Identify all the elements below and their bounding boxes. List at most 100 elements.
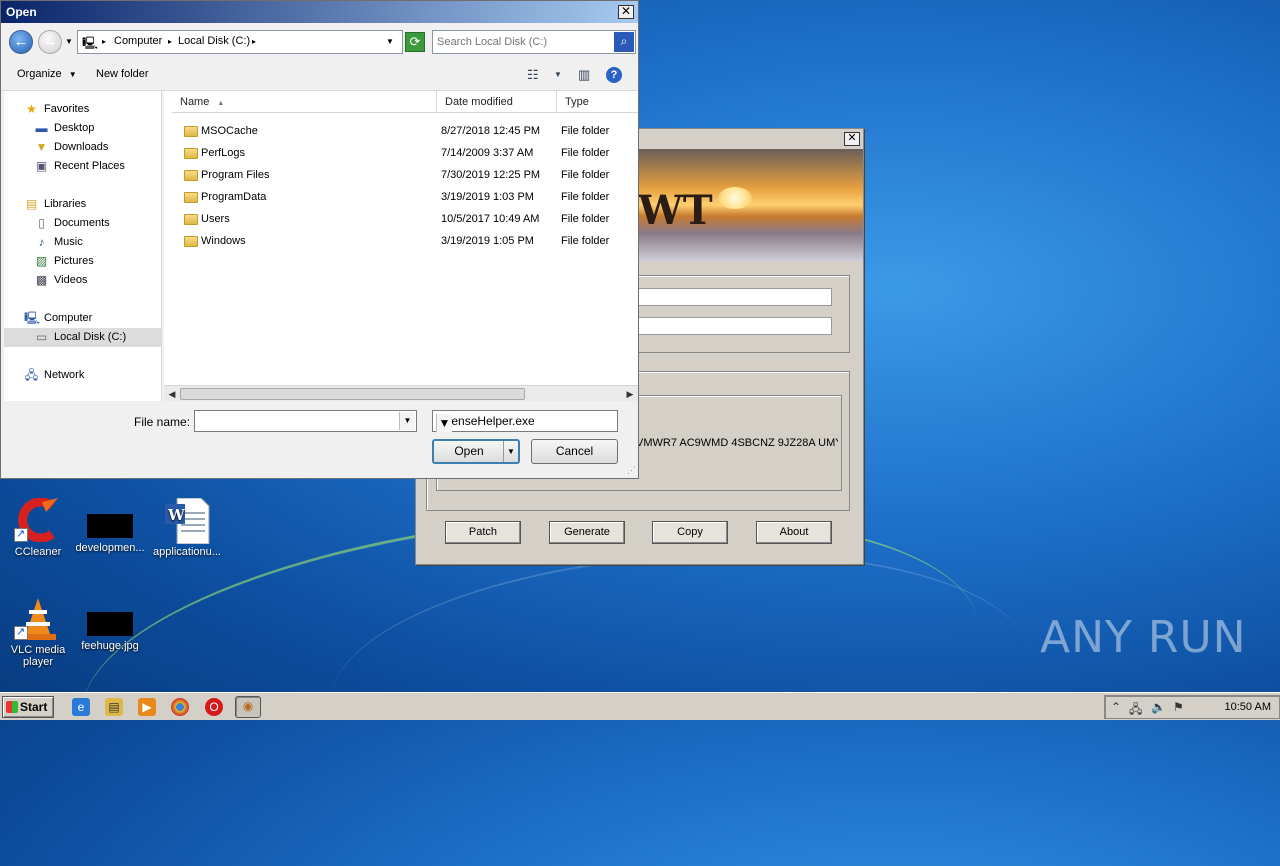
about-button[interactable]: About xyxy=(756,521,832,544)
column-label: Name xyxy=(180,96,210,108)
network-status-icon[interactable]: 🖧 xyxy=(1129,700,1142,721)
breadcrumb-local-disk[interactable]: Local Disk (C:) xyxy=(178,35,250,47)
scroll-right-arrow-icon[interactable]: ▶ xyxy=(623,387,637,401)
start-button[interactable]: Start xyxy=(2,696,54,718)
close-icon[interactable]: ✕ xyxy=(844,132,860,146)
resize-grip-icon[interactable]: ⋰ xyxy=(627,465,636,476)
file-type: File folder xyxy=(561,169,610,181)
name-field[interactable] xyxy=(638,288,832,306)
desktop-icon-feehuge[interactable]: feehuge.jpg xyxy=(72,596,148,652)
address-bar[interactable]: 🖳 ▸ Computer ▸ Local Disk (C:) ▸ ▼ xyxy=(77,30,403,54)
desktop-icon-ccleaner[interactable]: CCleaner xyxy=(0,497,76,558)
chevron-down-icon[interactable]: ▼ xyxy=(436,414,452,432)
scroll-left-arrow-icon[interactable]: ◀ xyxy=(165,387,179,401)
file-date: 10/5/2017 10:49 AM xyxy=(441,213,540,225)
app-banner-image: WT xyxy=(638,149,863,261)
file-type-select[interactable]: LicenseHelper.exe ▼ xyxy=(432,410,618,432)
vlc-cone-icon xyxy=(14,596,62,640)
address-dropdown-icon[interactable]: ▼ xyxy=(386,37,394,46)
navigation-pane: ★ Favorites ▬ Desktop ▼ Downloads ▣ Rece… xyxy=(4,91,162,401)
horizontal-scrollbar[interactable]: ◀ ▶ xyxy=(164,385,638,401)
refresh-icon[interactable]: ⟳ xyxy=(405,32,425,52)
view-options-icon[interactable]: ☷ xyxy=(527,67,539,83)
back-arrow-icon[interactable]: ← xyxy=(9,30,33,54)
taskbar-clock[interactable]: 10:50 AM xyxy=(1225,701,1271,713)
file-name: MSOCache xyxy=(201,125,258,137)
nav-videos[interactable]: ▩ Videos xyxy=(4,271,162,290)
file-name-input[interactable] xyxy=(198,413,396,429)
file-name: Windows xyxy=(201,235,246,247)
keygen-app-taskbar-icon[interactable]: ◉ xyxy=(235,696,261,718)
file-explorer-icon[interactable]: ▤ xyxy=(105,698,123,716)
cancel-button[interactable]: Cancel xyxy=(531,439,618,464)
copy-button[interactable]: Copy xyxy=(652,521,728,544)
nav-local-disk[interactable]: ▭ Local Disk (C:) xyxy=(4,328,162,347)
close-icon[interactable]: ✕ xyxy=(618,5,634,19)
nav-network[interactable]: 🖧 Network xyxy=(4,366,162,385)
organize-button[interactable]: Organize ▼ xyxy=(17,68,77,80)
table-row[interactable]: PerfLogs 7/14/2009 3:37 AM File folder xyxy=(164,142,638,164)
nav-label: Local Disk (C:) xyxy=(54,331,127,343)
desktop-icon-development[interactable]: developmen... xyxy=(72,498,148,554)
nav-recent-places[interactable]: ▣ Recent Places xyxy=(4,157,162,176)
dialog-footer: File name: ▼ LicenseHelper.exe ▼ Open ▼ … xyxy=(1,401,638,478)
internet-explorer-icon[interactable]: e xyxy=(72,698,90,716)
file-name-combobox: ▼ xyxy=(194,410,417,432)
nav-computer[interactable]: 🖳 Computer xyxy=(4,309,162,328)
column-header-type[interactable]: Type xyxy=(557,91,638,113)
nav-pictures[interactable]: ▨ Pictures xyxy=(4,252,162,271)
serial-field[interactable] xyxy=(638,317,832,335)
column-header-date[interactable]: Date modified xyxy=(437,91,557,113)
file-type: File folder xyxy=(561,191,610,203)
table-row[interactable]: Windows 3/19/2019 1:05 PM File folder xyxy=(164,230,638,252)
nav-favorites[interactable]: ★ Favorites xyxy=(4,100,162,119)
breadcrumb-separator-icon[interactable]: ▸ xyxy=(168,37,172,46)
chrome-icon[interactable] xyxy=(171,698,189,716)
nav-music[interactable]: ♪ Music xyxy=(4,233,162,252)
file-date: 3/19/2019 1:05 PM xyxy=(441,235,534,247)
file-date: 7/30/2019 12:25 PM xyxy=(441,169,541,181)
nav-label: Downloads xyxy=(54,141,109,153)
preview-pane-icon[interactable]: ▥ xyxy=(578,67,590,83)
opera-icon[interactable]: O xyxy=(205,698,223,716)
taskbar: Start e ▤ ▶ O ◉ ⌃ 🖧 🔈 ⚑ 10:50 AM xyxy=(0,692,1280,720)
file-name: ProgramData xyxy=(201,191,267,203)
desktop-icon: ▬ xyxy=(35,121,48,135)
breadcrumb-computer[interactable]: Computer xyxy=(114,35,162,47)
open-button[interactable]: Open ▼ xyxy=(432,439,520,464)
scrollbar-thumb[interactable] xyxy=(180,388,525,400)
media-player-icon[interactable]: ▶ xyxy=(138,698,156,716)
desktop-icon-label: developmen... xyxy=(75,542,145,554)
table-row[interactable]: Program Files 7/30/2019 12:25 PM File fo… xyxy=(164,164,638,186)
nav-documents[interactable]: ▯ Documents xyxy=(4,214,162,233)
nav-libraries[interactable]: ▤ Libraries xyxy=(4,195,162,214)
breadcrumb-separator-icon[interactable]: ▸ xyxy=(252,37,256,46)
volume-icon[interactable]: 🔈 xyxy=(1151,700,1166,714)
file-name: Users xyxy=(201,213,230,225)
column-header-name[interactable]: Name ▲ xyxy=(172,91,437,113)
table-row[interactable]: Users 10/5/2017 10:49 AM File folder xyxy=(164,208,638,230)
chevron-down-icon[interactable]: ▼ xyxy=(399,412,415,430)
table-row[interactable]: ProgramData 3/19/2019 1:03 PM File folde… xyxy=(164,186,638,208)
desktop-icon-application[interactable]: W applicationu... xyxy=(149,497,225,558)
history-dropdown-icon[interactable]: ▼ xyxy=(65,37,73,46)
patch-button[interactable]: Patch xyxy=(445,521,521,544)
forward-arrow-icon[interactable]: → xyxy=(38,30,62,54)
help-icon[interactable]: ? xyxy=(606,67,622,83)
new-folder-button[interactable]: New folder xyxy=(96,68,149,80)
file-type: File folder xyxy=(561,147,610,159)
nav-desktop[interactable]: ▬ Desktop xyxy=(4,119,162,138)
generated-key-text[interactable]: VMWR7 AC9WMD 4SBCNZ 9JZ28A UMYJC xyxy=(636,437,838,449)
nav-downloads[interactable]: ▼ Downloads xyxy=(4,138,162,157)
generate-button[interactable]: Generate xyxy=(549,521,625,544)
chevron-down-icon[interactable]: ▼ xyxy=(554,70,562,79)
split-dropdown-icon[interactable]: ▼ xyxy=(503,441,518,462)
table-row[interactable]: MSOCache 8/27/2018 12:45 PM File folder xyxy=(164,120,638,142)
action-center-flag-icon[interactable]: ⚑ xyxy=(1173,700,1184,714)
breadcrumb-separator-icon[interactable]: ▸ xyxy=(102,37,106,46)
desktop-icon-label: feehuge.jpg xyxy=(81,640,139,652)
show-hidden-icons-icon[interactable]: ⌃ xyxy=(1111,700,1121,714)
search-icon[interactable]: ⌕ xyxy=(614,32,634,52)
desktop-icon-vlc[interactable]: VLC media player xyxy=(0,596,76,668)
search-input[interactable] xyxy=(435,33,611,51)
